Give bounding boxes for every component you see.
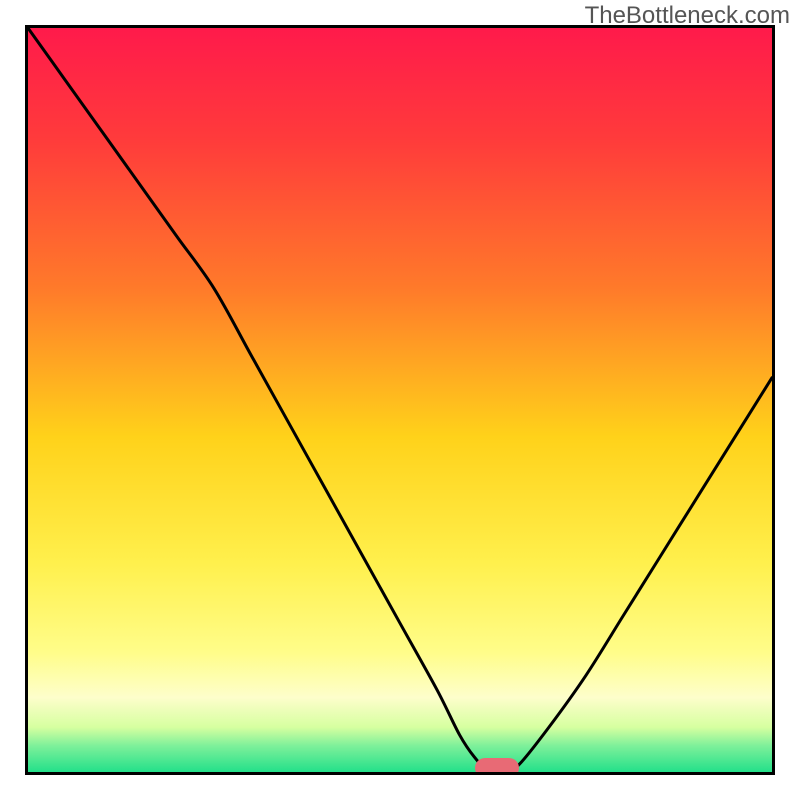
chart-container: TheBottleneck.com — [0, 0, 800, 800]
optimal-marker — [475, 758, 519, 775]
watermark-text: TheBottleneck.com — [585, 2, 790, 30]
plot-area — [25, 25, 775, 775]
bottleneck-curve — [28, 28, 772, 772]
